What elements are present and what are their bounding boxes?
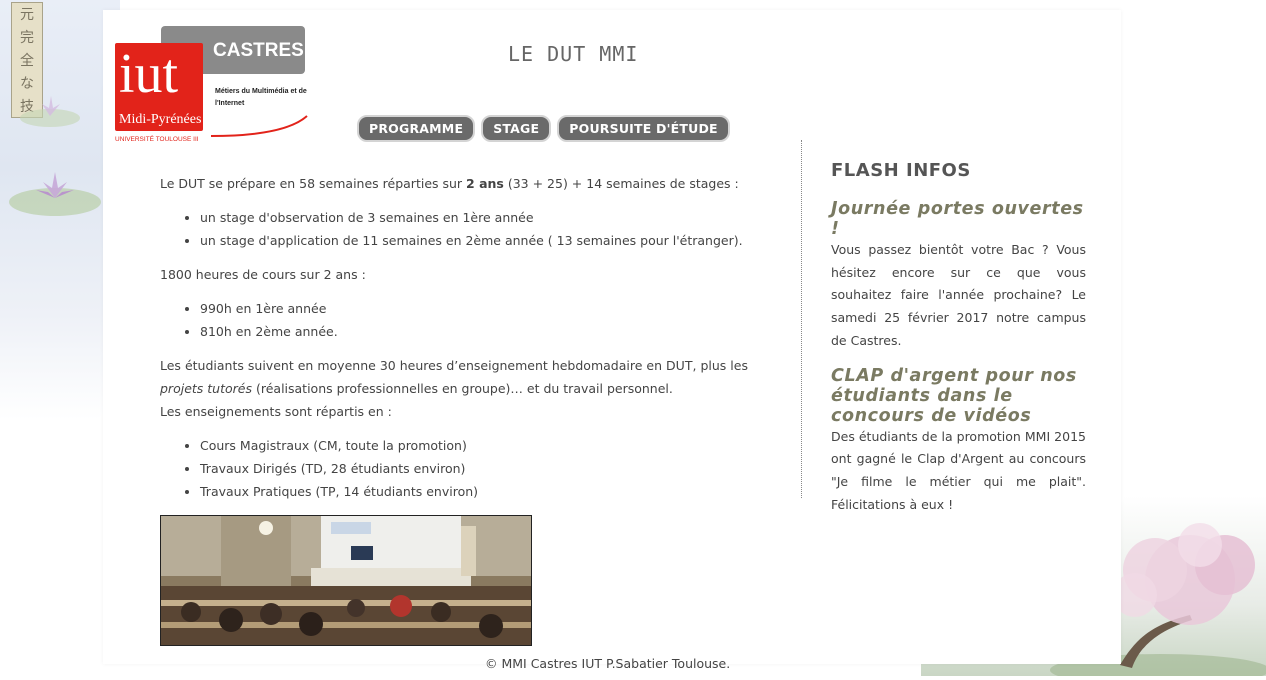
flash-infos-title: FLASH INFOS [831, 160, 971, 181]
logo-region: Midi-Pyrénées [119, 112, 202, 127]
hours-paragraph: 1800 heures de cours sur 2 ans : [160, 267, 366, 282]
intro-text-end: (33 + 25) + 14 semaines de stages : [503, 176, 739, 191]
list-item: un stage d'application de 11 semaines en… [200, 229, 748, 252]
seal-glyph: 全 [20, 52, 34, 69]
list-item: un stage d'observation de 3 semaines en … [200, 206, 748, 229]
page-title: LE DUT MMI [508, 42, 639, 66]
news-body: Des étudiants de la promotion MMI 2015 o… [831, 428, 1086, 512]
flash-infos-sidebar: FLASH INFOS Journée portes ouvertes ! Vo… [831, 160, 1086, 529]
seal-glyph: 完 [20, 30, 34, 47]
news-title-link[interactable]: CLAP d'argent pour nos étudiants dans le… [831, 366, 1086, 426]
list-item: 990h en 1ère année [200, 297, 748, 320]
logo-city: CASTRES [213, 40, 304, 61]
students-paragraph: Les étudiants suivent en moyenne 30 heur… [160, 354, 748, 400]
intro-paragraph: Le DUT se prépare en 58 semaines réparti… [160, 172, 748, 195]
stages-list: un stage d'observation de 3 semaines en … [160, 206, 748, 252]
students-text: Les étudiants suivent en moyenne 30 heur… [160, 358, 748, 373]
main-navigation: PROGRAMME STAGE POURSUITE D'ÉTUDE [357, 115, 730, 142]
list-item: Cours Magistraux (CM, toute la promotion… [200, 434, 748, 457]
nav-poursuite-etude-button[interactable]: POURSUITE D'ÉTUDE [557, 115, 730, 142]
footer-copyright: © MMI Castres IUT P.Sabatier Toulouse. [485, 656, 731, 671]
water-lily-icon [8, 160, 103, 220]
news-item: Journée portes ouvertes ! Vous passez bi… [831, 199, 1086, 353]
news-item: CLAP d'argent pour nos étudiants dans le… [831, 366, 1086, 517]
nav-stage-button[interactable]: STAGE [481, 115, 552, 142]
hours-list: 990h en 1ère année 810h en 2ème année. [160, 297, 748, 343]
teaching-intro: Les enseignements sont répartis en : [160, 404, 392, 419]
iut-logo[interactable]: CASTRES iut Midi-Pyrénées UNIVERSITÉ TOU… [109, 19, 311, 150]
logo-subtitle: Métiers du Multimédia et de l'Internet [215, 88, 307, 107]
projets-tutores-text: projets tutorés [160, 381, 252, 396]
news-title-link[interactable]: Journée portes ouvertes ! [831, 199, 1086, 239]
logo-iut-text: iut [119, 43, 179, 105]
main-content: Le DUT se prépare en 58 semaines réparti… [160, 172, 748, 514]
water-lily-icon [20, 90, 100, 130]
teaching-list: Cours Magistraux (CM, toute la promotion… [160, 434, 748, 503]
classroom-photo [160, 515, 532, 646]
list-item: 810h en 2ème année. [200, 320, 748, 343]
news-body: Vous passez bientôt votre Bac ? Vous hés… [831, 242, 1086, 348]
list-item: Travaux Dirigés (TD, 28 étudiants enviro… [200, 457, 748, 480]
seal-glyph: 元 [20, 7, 34, 24]
logo-swoosh-icon [210, 115, 308, 137]
intro-duration: 2 ans [466, 176, 504, 191]
column-divider [801, 140, 802, 498]
intro-text: Le DUT se prépare en 58 semaines réparti… [160, 176, 467, 191]
logo-university: UNIVERSITÉ TOULOUSE III [115, 136, 199, 143]
students-text-end: (réalisations professionnelles en groupe… [252, 381, 673, 396]
list-item: Travaux Pratiques (TP, 14 étudiants envi… [200, 480, 748, 503]
nav-programme-button[interactable]: PROGRAMME [357, 115, 476, 142]
